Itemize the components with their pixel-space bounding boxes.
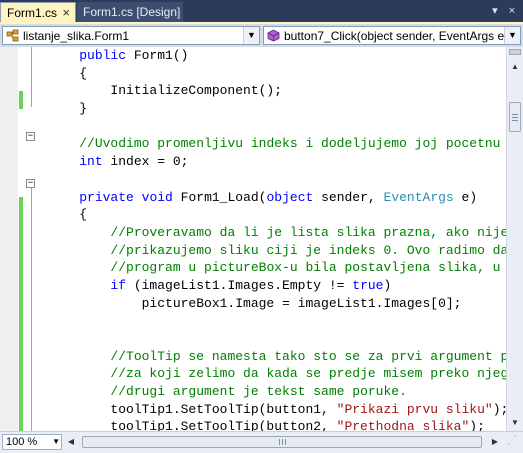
change-marker xyxy=(19,214,23,431)
code-line: { xyxy=(48,207,88,223)
code-line: //za koji zelimo da kada se predje misem… xyxy=(110,366,506,382)
code-line: private void Form1_Load(object sender, E… xyxy=(79,189,478,205)
member-combobox[interactable]: button7_Click(object sender, EventArgs e… xyxy=(263,26,521,45)
scroll-left-arrow-icon[interactable]: ◀ xyxy=(64,434,78,450)
close-document-icon[interactable]: × xyxy=(505,5,519,17)
code-line: toolTip1.SetToolTip(button2, "Prethodna … xyxy=(48,419,485,431)
chevron-down-icon[interactable]: ▼ xyxy=(504,27,520,44)
code-line: InitializeComponent(); xyxy=(48,83,283,99)
scroll-down-arrow-icon[interactable]: ▼ xyxy=(508,415,522,430)
code-text: public Form1() { InitializeComponent(); … xyxy=(48,47,506,431)
outline-guide xyxy=(31,47,32,107)
collapse-icon[interactable]: − xyxy=(26,179,35,188)
horizontal-scrollbar[interactable]: ◀ ▶ xyxy=(64,434,504,450)
close-tab-icon[interactable]: × xyxy=(62,5,70,20)
tab-label: Form1.cs [Design] xyxy=(83,5,181,19)
tab-dropdown-icon[interactable]: ▾ xyxy=(488,4,502,17)
code-line: //prikazujemo sliku ciji je indeks 0. Ov… xyxy=(110,242,506,258)
class-icon xyxy=(6,29,19,42)
code-editor[interactable]: − − public Form1() { InitializeComponent… xyxy=(0,47,506,431)
zoom-combobox[interactable]: 100 % ▼ xyxy=(2,434,62,450)
class-combobox-value: listanje_slika.Form1 xyxy=(23,29,130,43)
tab-form1-cs[interactable]: Form1.cs × xyxy=(0,2,76,22)
split-handle[interactable] xyxy=(509,49,521,55)
code-line: } xyxy=(48,101,88,117)
zoom-value: 100 % xyxy=(6,436,38,448)
outline-guide xyxy=(31,179,32,431)
code-line: //drugi argument je tekst same poruke. xyxy=(110,384,407,400)
scroll-right-arrow-icon[interactable]: ▶ xyxy=(488,434,502,450)
editor-bottom-bar: 100 % ▼ ◀ ▶ ⋰ xyxy=(0,431,523,453)
change-marker xyxy=(19,91,23,109)
code-line: if (imageList1.Images.Empty != true) xyxy=(110,277,392,293)
code-line: pictureBox1.Image = imageList1.Images[0]… xyxy=(48,295,462,311)
code-line: //program u pictureBox-u bila postavljen… xyxy=(110,260,501,276)
code-line: //ToolTip se namesta tako sto se za prvi… xyxy=(110,348,506,364)
change-marker xyxy=(19,197,23,215)
method-icon xyxy=(267,29,280,42)
scroll-up-arrow-icon[interactable]: ▲ xyxy=(508,59,522,74)
vertical-scroll-thumb[interactable] xyxy=(509,102,521,132)
tab-strip-controls: ▾ × xyxy=(488,4,519,17)
member-combobox-value: button7_Click(object sender, EventArgs e… xyxy=(284,29,509,43)
class-combobox[interactable]: listanje_slika.Form1 ▼ xyxy=(2,26,260,45)
code-line: //Proveravamo da li je lista slika prazn… xyxy=(110,224,506,240)
document-tab-strip: Form1.cs × Form1.cs [Design] ▾ × xyxy=(0,0,523,22)
resize-grip-icon: ⋰ xyxy=(507,435,517,446)
chevron-down-icon[interactable]: ▼ xyxy=(52,435,60,449)
code-line: //Uvodimo promenljivu indeks i dodeljuje… xyxy=(79,136,501,152)
navigation-bar: listanje_slika.Form1 ▼ button7_Click(obj… xyxy=(0,22,523,47)
code-line: int index = 0; xyxy=(79,154,189,170)
code-line: public Form1() xyxy=(79,48,189,63)
tab-form1-design[interactable]: Form1.cs [Design] xyxy=(77,2,183,22)
code-line: toolTip1.SetToolTip(button1, "Prikazi pr… xyxy=(48,401,506,417)
horizontal-scroll-thumb[interactable] xyxy=(82,436,482,448)
collapse-icon[interactable]: − xyxy=(26,132,35,141)
tab-label: Form1.cs xyxy=(7,6,58,20)
chevron-down-icon[interactable]: ▼ xyxy=(243,27,259,44)
vertical-scrollbar[interactable]: ▲ ▼ xyxy=(506,47,523,431)
indicator-margin xyxy=(0,47,18,431)
code-line: { xyxy=(48,65,88,81)
